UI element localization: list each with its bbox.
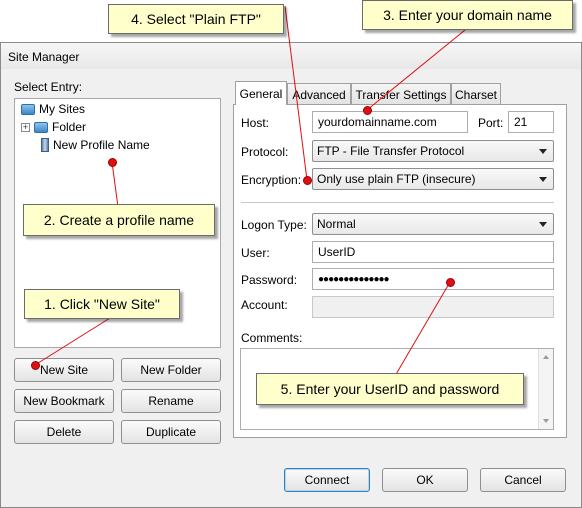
rename-button[interactable]: Rename — [121, 389, 221, 413]
duplicate-button[interactable]: Duplicate — [121, 420, 221, 444]
annotation-step1: 1. Click "New Site" — [24, 289, 180, 319]
tree-item-my-sites[interactable]: My Sites — [21, 102, 85, 116]
logon-type-label: Logon Type: — [241, 218, 307, 232]
encryption-select[interactable]: Only use plain FTP (insecure) — [312, 168, 554, 190]
encryption-label: Encryption: — [241, 173, 302, 187]
password-label: Password: — [241, 273, 298, 287]
comments-label: Comments: — [241, 331, 303, 345]
cancel-button[interactable]: Cancel — [480, 468, 566, 492]
marker-dot — [108, 158, 117, 167]
connect-button[interactable]: Connect — [284, 468, 370, 492]
separator — [241, 202, 554, 203]
protocol-label: Protocol: — [241, 145, 289, 159]
delete-button[interactable]: Delete — [14, 420, 114, 444]
annotation-step2: 2. Create a profile name — [23, 204, 215, 236]
annotation-step3: 3. Enter your domain name — [362, 0, 573, 30]
port-label: Port: — [478, 116, 504, 130]
tab-transfer-settings[interactable]: Transfer Settings — [351, 83, 451, 105]
annotation-step4: 4. Select "Plain FTP" — [108, 4, 284, 34]
new-site-button[interactable]: New Site — [14, 358, 114, 382]
tab-advanced[interactable]: Advanced — [287, 83, 351, 105]
server-icon — [41, 138, 49, 152]
marker-dot — [303, 176, 312, 185]
chevron-down-icon — [539, 149, 547, 154]
tree-item-new-profile[interactable]: New Profile Name — [41, 138, 150, 152]
port-input[interactable]: 21 — [508, 111, 554, 133]
account-label: Account: — [241, 298, 288, 312]
marker-dot — [363, 106, 372, 115]
user-input[interactable]: UserID — [312, 241, 554, 263]
folder-icon — [21, 103, 35, 115]
user-label: User: — [241, 246, 270, 260]
logon-type-value: Normal — [317, 217, 356, 231]
comments-scrollbar[interactable] — [538, 349, 553, 429]
tree-item-folder[interactable]: + Folder — [21, 120, 86, 134]
window-title: Site Manager — [8, 50, 80, 64]
host-label: Host: — [241, 116, 270, 130]
encryption-value: Only use plain FTP (insecure) — [317, 172, 476, 186]
tree-item-label: My Sites — [39, 102, 86, 116]
new-folder-button[interactable]: New Folder — [121, 358, 221, 382]
marker-dot — [31, 361, 40, 370]
chevron-down-icon — [539, 222, 547, 227]
logon-type-select[interactable]: Normal — [312, 213, 554, 235]
tab-charset[interactable]: Charset — [451, 83, 501, 105]
tab-general[interactable]: General — [235, 81, 287, 105]
tree-item-label: Folder — [52, 120, 87, 134]
marker-dot — [446, 278, 455, 287]
expand-icon[interactable]: + — [21, 122, 30, 132]
scroll-up-icon[interactable] — [543, 355, 549, 359]
protocol-value: FTP - File Transfer Protocol — [317, 144, 465, 158]
protocol-select[interactable]: FTP - File Transfer Protocol — [312, 140, 554, 162]
annotation-step5: 5. Enter your UserID and password — [256, 373, 524, 405]
title-bar — [1, 43, 581, 69]
chevron-down-icon — [539, 177, 547, 182]
ok-button[interactable]: OK — [382, 468, 468, 492]
scroll-down-icon[interactable] — [543, 419, 549, 423]
select-entry-label: Select Entry: — [14, 80, 83, 94]
account-input — [312, 296, 554, 318]
new-bookmark-button[interactable]: New Bookmark — [14, 389, 114, 413]
folder-icon — [34, 121, 48, 133]
host-input[interactable]: yourdomainname.com — [312, 111, 468, 133]
tree-item-label: New Profile Name — [53, 138, 150, 152]
password-input[interactable]: ●●●●●●●●●●●●●● — [312, 268, 554, 290]
